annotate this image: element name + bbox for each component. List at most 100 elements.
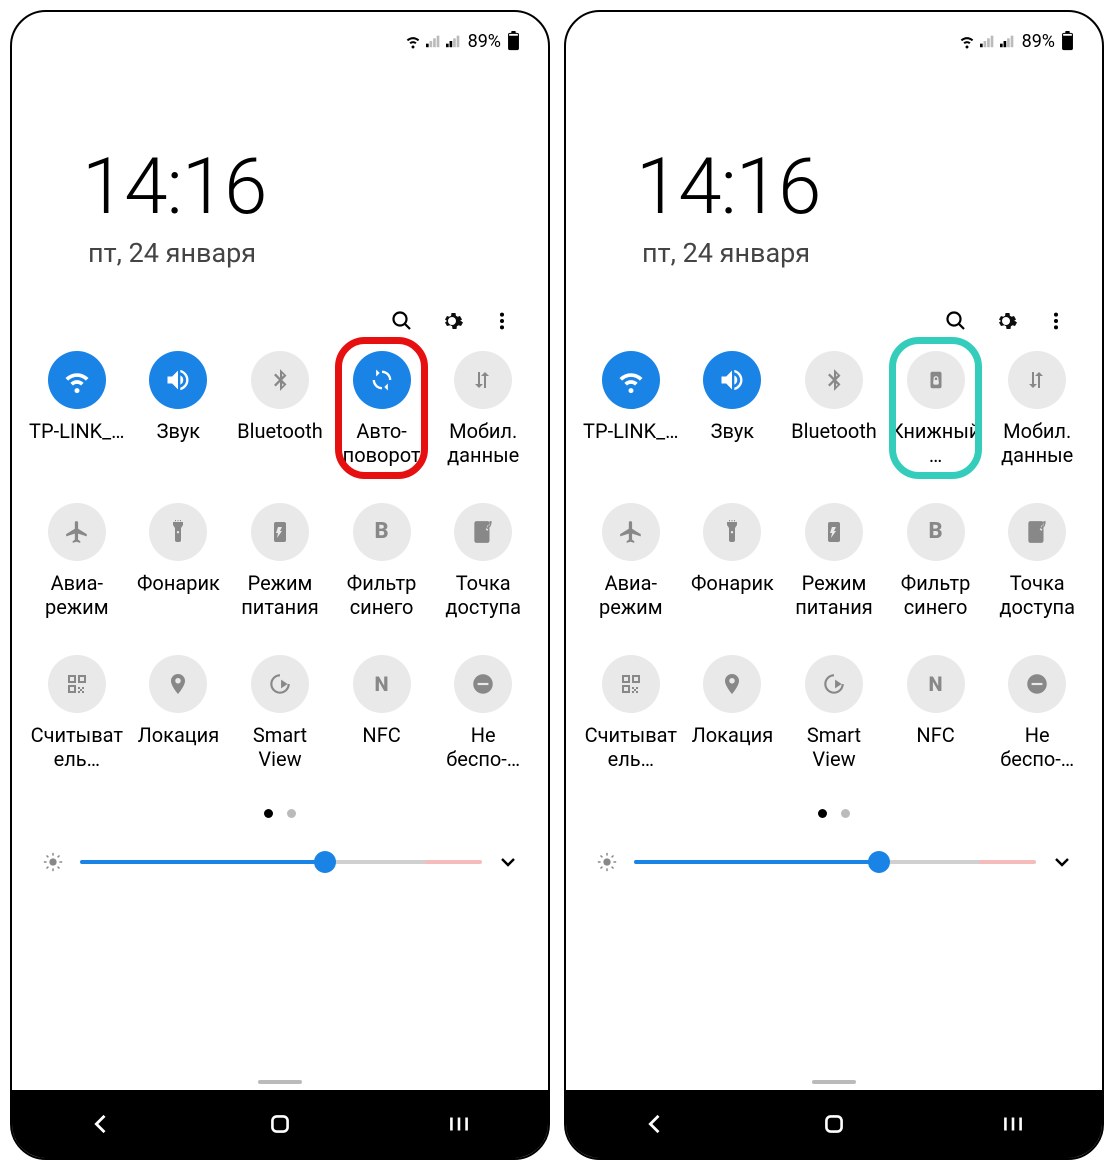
qs-tile-flashlight[interactable]: Фонарик bbox=[682, 503, 784, 621]
qs-tile-label: Фонарик bbox=[137, 571, 220, 621]
portraitlock-icon[interactable] bbox=[907, 351, 965, 409]
qs-tile-bluetooth[interactable]: Bluetooth bbox=[783, 351, 885, 469]
qs-tile-powermode[interactable]: Режим питания bbox=[783, 503, 885, 621]
qs-tile-flashlight[interactable]: Фонарик bbox=[128, 503, 230, 621]
nfc-icon[interactable]: N bbox=[907, 655, 965, 713]
more-menu-button[interactable] bbox=[1044, 309, 1068, 333]
status-bar: 89% bbox=[566, 12, 1102, 70]
search-button[interactable] bbox=[390, 309, 414, 333]
quick-settings-grid: TP-LINK_…ЗвукBluetoothАвто-поворотМобил.… bbox=[12, 351, 548, 773]
qs-tile-bluetooth[interactable]: Bluetooth bbox=[229, 351, 331, 469]
data-icon[interactable] bbox=[1008, 351, 1066, 409]
signal-sim2-icon bbox=[1000, 34, 1016, 48]
qs-tile-data[interactable]: Мобил. данные bbox=[986, 351, 1088, 469]
qs-tile-smartview[interactable]: Smart View bbox=[229, 655, 331, 773]
battery-icon bbox=[1061, 31, 1074, 51]
airplane-icon[interactable] bbox=[602, 503, 660, 561]
qs-tile-location[interactable]: Локация bbox=[128, 655, 230, 773]
qs-tile-nfc[interactable]: NNFC bbox=[331, 655, 433, 773]
brightness-expand-button[interactable] bbox=[496, 850, 520, 874]
nav-back-button[interactable] bbox=[71, 1104, 131, 1144]
dnd-icon[interactable] bbox=[1008, 655, 1066, 713]
hotspot-icon[interactable] bbox=[454, 503, 512, 561]
qs-tile-wifi[interactable]: TP-LINK_… bbox=[580, 351, 682, 469]
qs-tile-label: Книжный… bbox=[887, 419, 985, 469]
flashlight-icon[interactable] bbox=[703, 503, 761, 561]
qs-tile-label: Мобил. данные bbox=[434, 419, 532, 469]
qs-tile-qr[interactable]: Считыватель… bbox=[580, 655, 682, 773]
qs-tile-nfc[interactable]: N NFC bbox=[885, 655, 987, 773]
qs-tile-label: Считыватель… bbox=[582, 723, 680, 773]
qs-tile-label: Локация bbox=[138, 723, 220, 773]
bluefilter-icon[interactable]: B bbox=[353, 503, 411, 561]
brightness-icon bbox=[594, 849, 620, 875]
qr-icon[interactable] bbox=[48, 655, 106, 713]
nav-recents-button[interactable] bbox=[429, 1104, 489, 1144]
qs-tile-label: Bluetooth bbox=[791, 419, 877, 469]
signal-sim1-icon bbox=[426, 34, 442, 48]
nav-back-button[interactable] bbox=[625, 1104, 685, 1144]
qs-tile-airplane[interactable]: Авиа-режим bbox=[580, 503, 682, 621]
clock-date: пт, 24 января bbox=[636, 237, 1102, 269]
qs-tile-sound[interactable]: Звук bbox=[128, 351, 230, 469]
nav-home-button[interactable] bbox=[250, 1104, 310, 1144]
settings-button[interactable] bbox=[440, 309, 464, 333]
signal-sim2-icon bbox=[446, 34, 462, 48]
qs-tile-label: TP-LINK_… bbox=[29, 419, 125, 469]
qs-tile-bluefilter[interactable]: BФильтр синего bbox=[885, 503, 987, 621]
qs-tile-data[interactable]: Мобил. данные bbox=[432, 351, 534, 469]
bluetooth-icon[interactable] bbox=[805, 351, 863, 409]
qs-tile-dnd[interactable]: Не беспо-… bbox=[432, 655, 534, 773]
qs-tile-location[interactable]: Локация bbox=[682, 655, 784, 773]
powermode-icon[interactable] bbox=[251, 503, 309, 561]
wifi-icon[interactable] bbox=[48, 351, 106, 409]
qs-tile-label: Режим питания bbox=[785, 571, 883, 621]
qs-tile-label: Не беспо-… bbox=[434, 723, 532, 773]
wifi-icon[interactable] bbox=[602, 351, 660, 409]
qs-tile-label: Точка доступа bbox=[434, 571, 532, 621]
qs-tile-hotspot[interactable]: Точка доступа bbox=[986, 503, 1088, 621]
qs-tile-smartview[interactable]: Smart View bbox=[783, 655, 885, 773]
nfc-icon[interactable]: N bbox=[353, 655, 411, 713]
smartview-icon[interactable] bbox=[805, 655, 863, 713]
qs-tile-label: NFC bbox=[916, 723, 954, 773]
qr-icon[interactable] bbox=[602, 655, 660, 713]
qs-tile-wifi[interactable]: TP-LINK_… bbox=[26, 351, 128, 469]
sound-icon[interactable] bbox=[149, 351, 207, 409]
clock-time: 14:16 bbox=[636, 142, 1102, 233]
more-menu-button[interactable] bbox=[490, 309, 514, 333]
flashlight-icon[interactable] bbox=[149, 503, 207, 561]
search-button[interactable] bbox=[944, 309, 968, 333]
smartview-icon[interactable] bbox=[251, 655, 309, 713]
brightness-slider[interactable] bbox=[80, 846, 482, 878]
qs-tile-bluefilter[interactable]: BФильтр синего bbox=[331, 503, 433, 621]
location-icon[interactable] bbox=[149, 655, 207, 713]
bluetooth-icon[interactable] bbox=[251, 351, 309, 409]
hotspot-icon[interactable] bbox=[1008, 503, 1066, 561]
location-icon[interactable] bbox=[703, 655, 761, 713]
data-icon[interactable] bbox=[454, 351, 512, 409]
qs-tile-label: Авиа-режим bbox=[582, 571, 680, 621]
qs-tile-hotspot[interactable]: Точка доступа bbox=[432, 503, 534, 621]
powermode-icon[interactable] bbox=[805, 503, 863, 561]
qs-tile-powermode[interactable]: Режим питания bbox=[229, 503, 331, 621]
brightness-slider[interactable] bbox=[634, 846, 1036, 878]
qs-tile-airplane[interactable]: Авиа-режим bbox=[26, 503, 128, 621]
qs-tile-portraitlock[interactable]: Книжный… bbox=[885, 351, 987, 469]
sound-icon[interactable] bbox=[703, 351, 761, 409]
bluefilter-icon[interactable]: B bbox=[907, 503, 965, 561]
qs-tile-label: Считыватель… bbox=[28, 723, 126, 773]
autorotate-icon[interactable] bbox=[353, 351, 411, 409]
qs-tile-dnd[interactable]: Не беспо-… bbox=[986, 655, 1088, 773]
qs-tile-qr[interactable]: Считыватель… bbox=[26, 655, 128, 773]
clock-date: пт, 24 января bbox=[82, 237, 548, 269]
brightness-expand-button[interactable] bbox=[1050, 850, 1074, 874]
dnd-icon[interactable] bbox=[454, 655, 512, 713]
qs-tile-sound[interactable]: Звук bbox=[682, 351, 784, 469]
settings-button[interactable] bbox=[994, 309, 1018, 333]
nav-recents-button[interactable] bbox=[983, 1104, 1043, 1144]
airplane-icon[interactable] bbox=[48, 503, 106, 561]
nav-home-button[interactable] bbox=[804, 1104, 864, 1144]
qs-tile-autorotate[interactable]: Авто-поворот bbox=[331, 351, 433, 469]
status-bar: 89% bbox=[12, 12, 548, 70]
